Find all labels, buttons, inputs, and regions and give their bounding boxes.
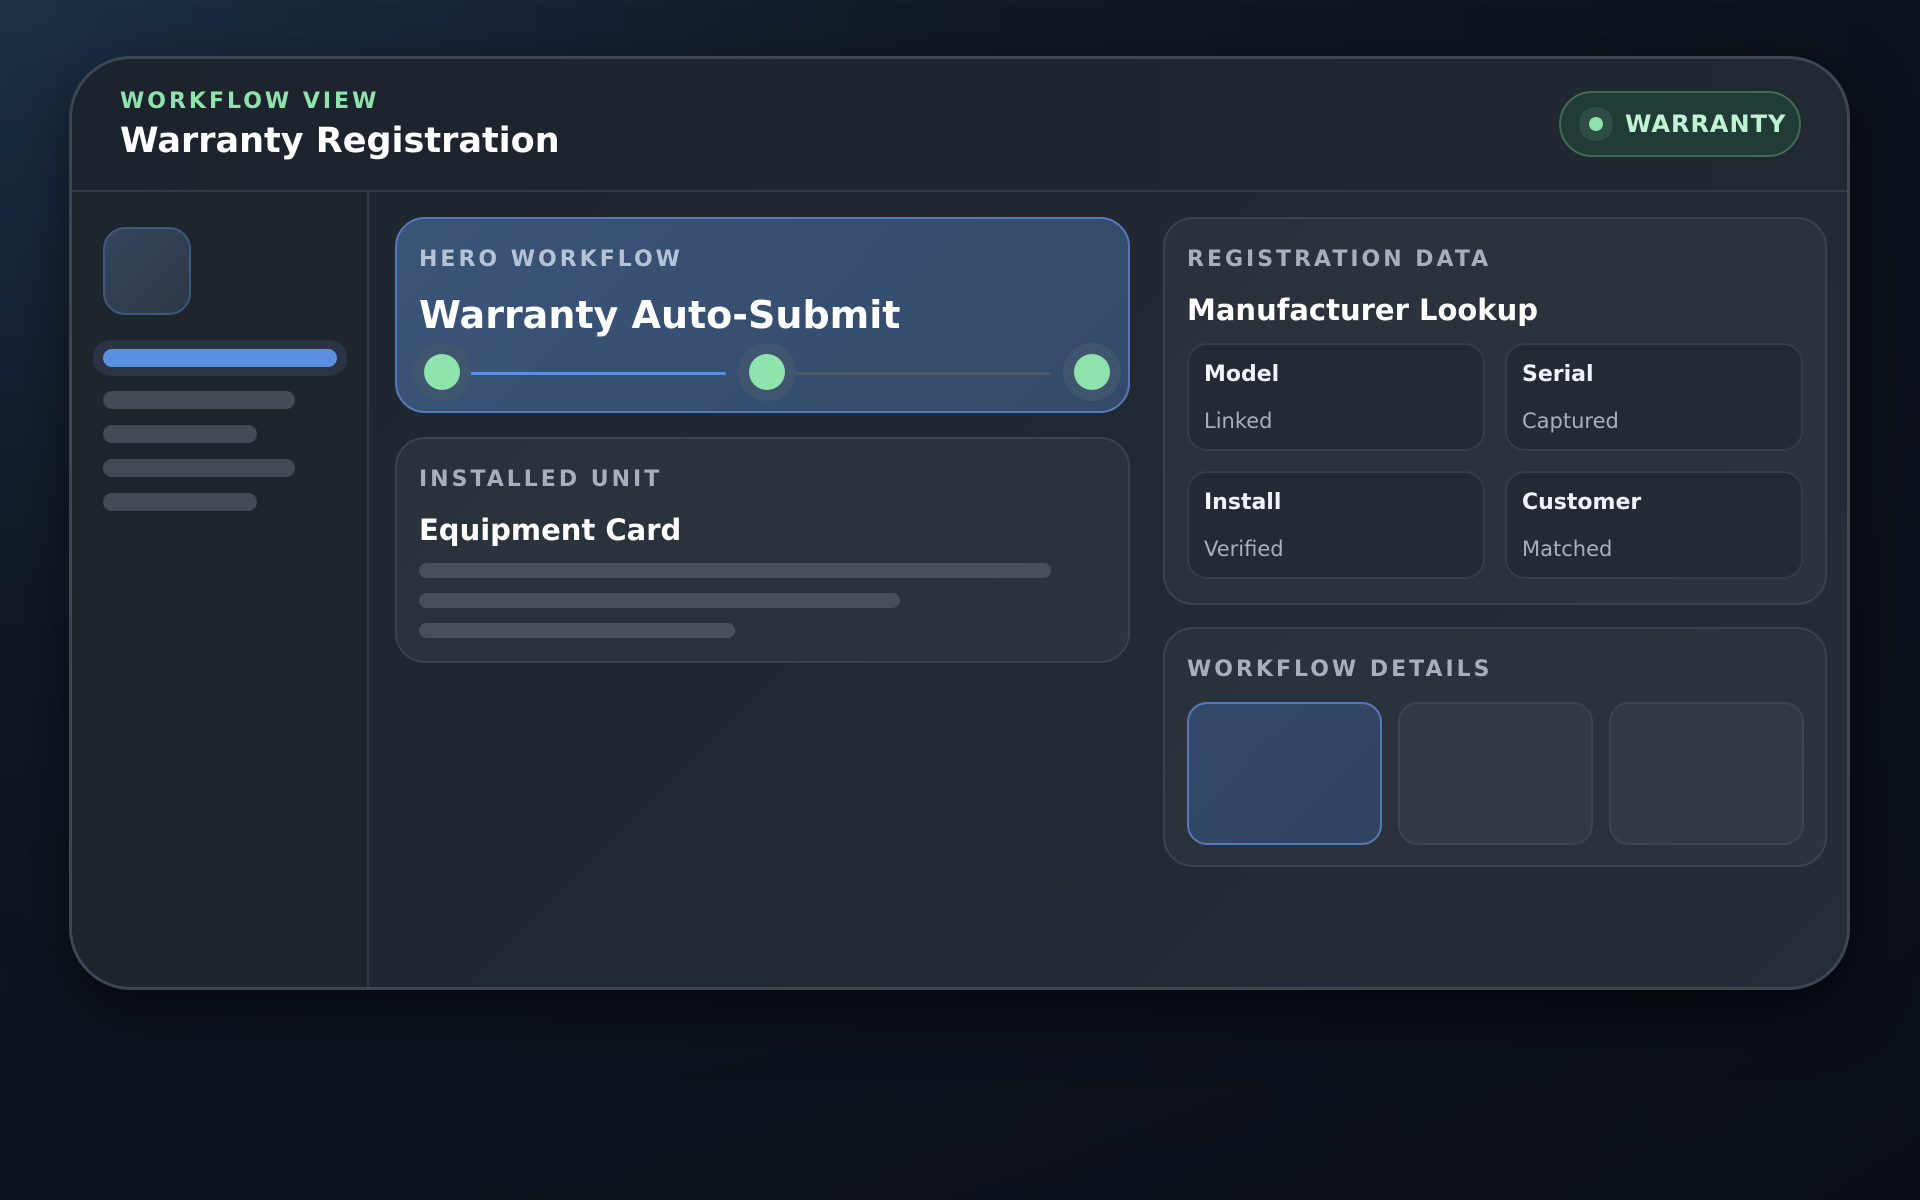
field-value: Linked	[1204, 409, 1273, 433]
placeholder-line	[419, 593, 900, 608]
placeholder-line	[419, 623, 735, 638]
workflow-details-card: WORKFLOW DETAILS	[1163, 627, 1827, 867]
header: WORKFLOW VIEW Warranty Registration WARR…	[72, 59, 1847, 192]
installed-eyebrow: INSTALLED UNIT	[419, 467, 663, 492]
sidebar-item-2[interactable]	[103, 391, 295, 409]
installed-title: Equipment Card	[419, 513, 682, 547]
field-serial[interactable]: Serial Captured	[1505, 343, 1803, 451]
sidebar	[72, 192, 369, 987]
hero-workflow-card[interactable]: HERO WORKFLOW Warranty Auto-Submit	[395, 217, 1130, 413]
details-eyebrow: WORKFLOW DETAILS	[1187, 657, 1493, 682]
step-connector-2	[794, 372, 1051, 375]
view-eyebrow: WORKFLOW VIEW	[120, 89, 380, 114]
sidebar-item-3[interactable]	[103, 425, 257, 443]
step-2-icon[interactable]	[738, 343, 796, 401]
field-label: Customer	[1522, 490, 1642, 515]
registration-data-card: REGISTRATION DATA Manufacturer Lookup Mo…	[1163, 217, 1827, 605]
sidebar-item-1[interactable]	[103, 349, 337, 367]
page-title: Warranty Registration	[120, 121, 560, 161]
step-connector-1	[469, 372, 726, 375]
placeholder-line	[419, 563, 1051, 578]
status-badge[interactable]: WARRANTY	[1559, 91, 1801, 157]
field-customer[interactable]: Customer Matched	[1505, 471, 1803, 579]
field-label: Install	[1204, 490, 1282, 515]
sidebar-item-5[interactable]	[103, 493, 257, 511]
workflow-stepper	[413, 343, 1121, 403]
sidebar-item-4[interactable]	[103, 459, 295, 477]
status-dot-icon	[1579, 107, 1613, 141]
avatar[interactable]	[103, 227, 191, 315]
detail-tile-2[interactable]	[1398, 702, 1593, 845]
field-value: Matched	[1522, 537, 1613, 561]
field-value: Verified	[1204, 537, 1284, 561]
hero-title: Warranty Auto-Submit	[419, 293, 901, 337]
detail-tile-1[interactable]	[1187, 702, 1382, 845]
hero-eyebrow: HERO WORKFLOW	[419, 247, 683, 272]
field-model[interactable]: Model Linked	[1187, 343, 1485, 451]
installed-unit-card[interactable]: INSTALLED UNIT Equipment Card	[395, 437, 1130, 663]
step-3-icon[interactable]	[1063, 343, 1121, 401]
step-1-icon[interactable]	[413, 343, 471, 401]
registration-eyebrow: REGISTRATION DATA	[1187, 247, 1492, 272]
field-label: Model	[1204, 362, 1280, 387]
detail-tile-3[interactable]	[1609, 702, 1804, 845]
app-window: WORKFLOW VIEW Warranty Registration WARR…	[69, 56, 1850, 990]
field-value: Captured	[1522, 409, 1619, 433]
field-label: Serial	[1522, 362, 1594, 387]
registration-title: Manufacturer Lookup	[1187, 293, 1538, 327]
status-badge-label: WARRANTY	[1625, 110, 1787, 138]
field-install[interactable]: Install Verified	[1187, 471, 1485, 579]
